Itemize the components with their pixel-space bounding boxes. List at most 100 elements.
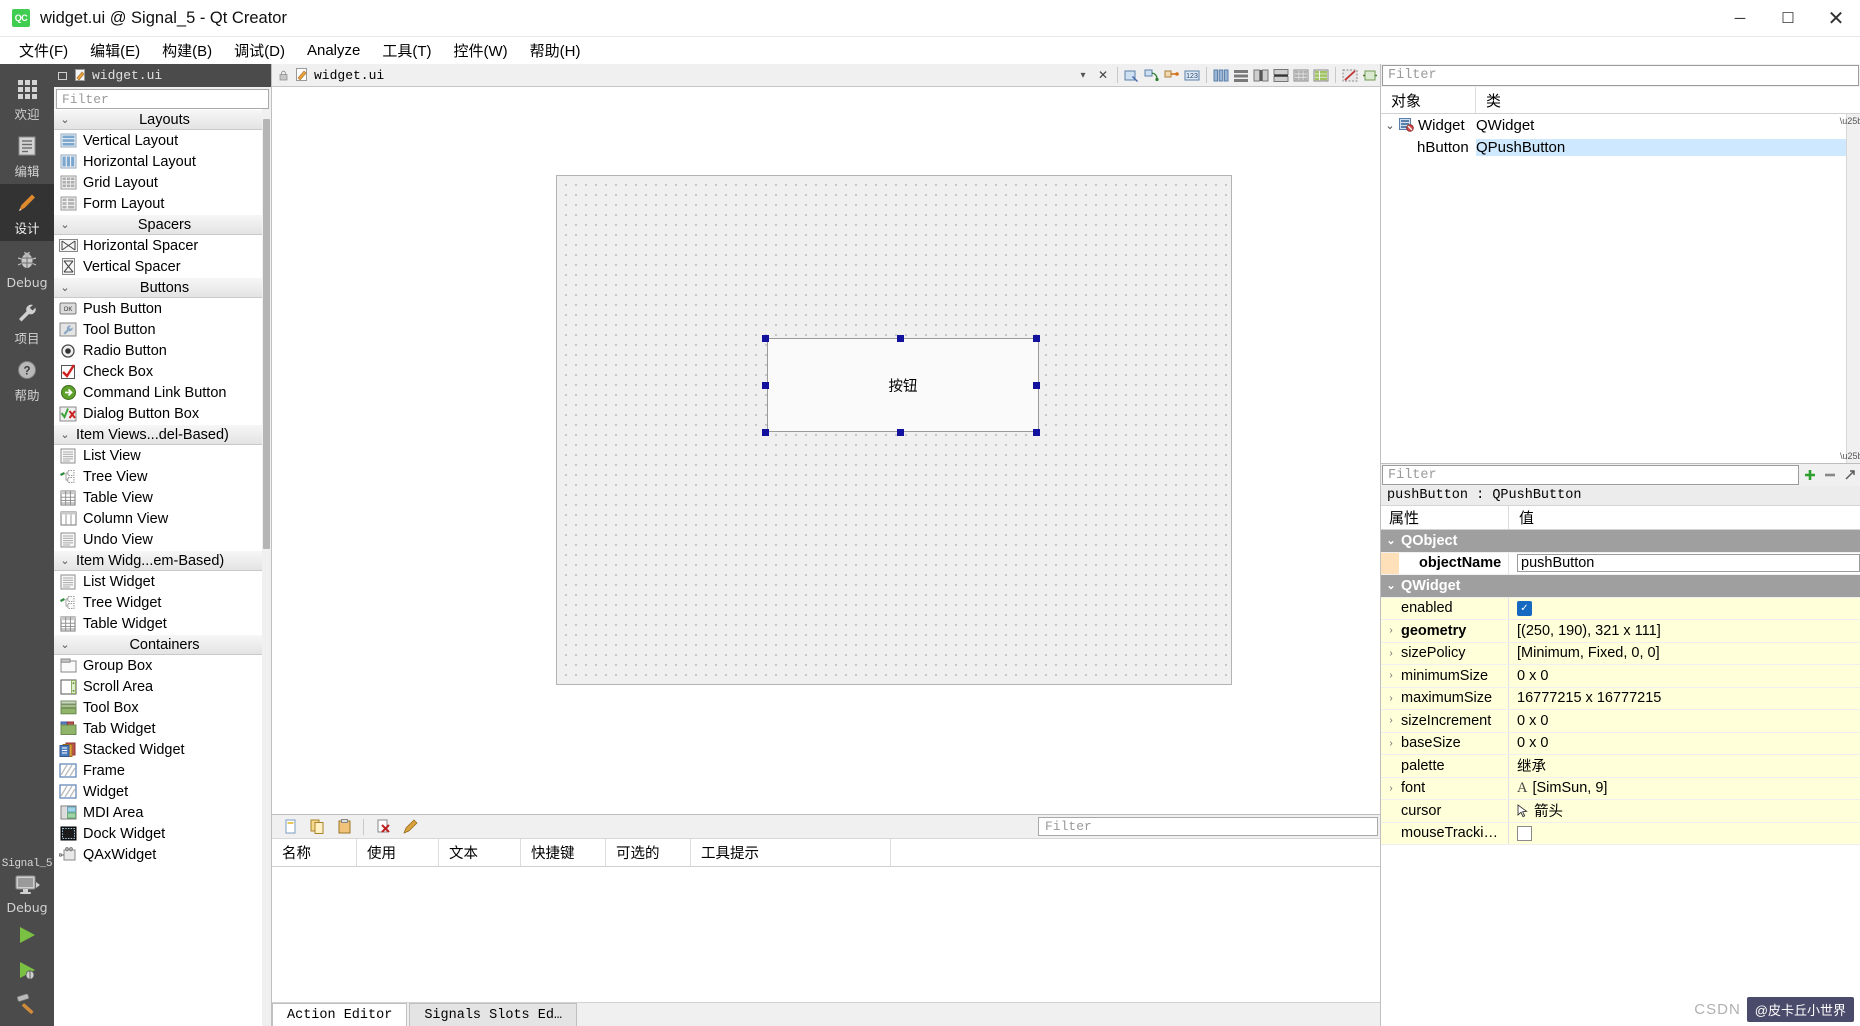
property-value-cell[interactable]: 箭头 — [1509, 800, 1860, 822]
property-row-enabled[interactable]: enabled ✓ — [1381, 597, 1860, 620]
chevron-right-icon[interactable]: › — [1381, 783, 1401, 794]
delete-action-icon[interactable] — [372, 817, 394, 837]
widget-box-item-tool-box[interactable]: Tool Box — [54, 697, 271, 718]
chevron-right-icon[interactable]: › — [1381, 715, 1401, 726]
widget-box-item-qaxwidget[interactable]: QAxWidget — [54, 844, 271, 865]
action-column-header-4[interactable]: 可选的 — [606, 839, 691, 866]
property-value-cell[interactable]: A [SimSun, 9] — [1509, 777, 1860, 799]
action-column-header-1[interactable]: 使用 — [357, 839, 439, 866]
property-value-cell[interactable]: pushButton — [1509, 553, 1860, 575]
widget-box-item-table-widget[interactable]: Table Widget — [54, 613, 271, 634]
property-row-geometry[interactable]: › geometry [(250, 190), 321 x 111] — [1381, 620, 1860, 643]
widget-box-group-3[interactable]: ⌄ Item Views...del-Based) — [54, 424, 271, 445]
layout-horizontal-icon[interactable] — [1212, 66, 1230, 84]
mode-欢迎[interactable]: 欢迎 — [0, 70, 54, 127]
object-tree-row[interactable]: hButton QPushButton — [1381, 136, 1860, 158]
widget-box-item-dock-widget[interactable]: Dock Widget — [54, 823, 271, 844]
property-value-cell[interactable]: 0 x 0 — [1509, 665, 1860, 687]
property-settings-button[interactable] — [1840, 465, 1860, 485]
chevron-down-icon[interactable]: ⌄ — [1381, 579, 1401, 592]
property-value-cell[interactable]: 继承 — [1509, 755, 1860, 777]
menu-item-2[interactable]: 构建(B) — [151, 37, 223, 64]
edit-signals-slots-icon[interactable] — [1143, 66, 1161, 84]
property-row-sizePolicy[interactable]: › sizePolicy [Minimum, Fixed, 0, 0] — [1381, 642, 1860, 665]
widget-box-scroll-thumb[interactable] — [263, 119, 270, 549]
widget-box-item-horizontal-layout[interactable]: Horizontal Layout — [54, 151, 271, 172]
mode-编辑[interactable]: 编辑 — [0, 127, 54, 184]
widget-box-item-frame[interactable]: Frame — [54, 760, 271, 781]
action-column-header-2[interactable]: 文本 — [439, 839, 521, 866]
widget-box-item-scroll-area[interactable]: Scroll Area — [54, 676, 271, 697]
property-checkbox[interactable]: ✓ — [1517, 600, 1532, 616]
widget-box-item-tree-view[interactable]: Tree View — [54, 466, 271, 487]
widget-box-item-vertical-spacer[interactable]: Vertical Spacer — [54, 256, 271, 277]
resize-handle-mr[interactable] — [1033, 382, 1040, 389]
object-tree-row[interactable]: ⌄ Widget QWidget — [1381, 114, 1860, 136]
widget-box-item-form-layout[interactable]: Form Layout — [54, 193, 271, 214]
edit-tab-order-icon[interactable]: 123 — [1183, 66, 1201, 84]
menu-item-4[interactable]: Analyze — [296, 39, 371, 62]
chevron-right-icon[interactable]: › — [1381, 693, 1401, 704]
widget-box-group-1[interactable]: ⌄ Spacers — [54, 214, 271, 235]
widget-box-item-radio-button[interactable]: Radio Button — [54, 340, 271, 361]
chevron-right-icon[interactable]: › — [1381, 625, 1401, 636]
widget-box-group-4[interactable]: ⌄ Item Widg...em-Based) — [54, 550, 271, 571]
property-value-cell[interactable]: ✓ — [1509, 597, 1860, 619]
action-column-header-5[interactable]: 工具提示 — [691, 839, 891, 866]
widget-box-item-push-button[interactable]: OK Push Button — [54, 298, 271, 319]
menu-item-5[interactable]: 工具(T) — [371, 37, 442, 64]
menu-item-3[interactable]: 调试(D) — [223, 37, 296, 64]
menu-item-1[interactable]: 编辑(E) — [79, 37, 151, 64]
chevron-right-icon[interactable]: › — [1381, 648, 1401, 659]
property-group-row[interactable]: ⌄ QObject — [1381, 530, 1860, 553]
chevron-down-icon[interactable]: ⌄ — [1381, 534, 1401, 547]
editor-breadcrumb[interactable]: widget.ui — [272, 68, 384, 83]
widget-box-item-undo-view[interactable]: Undo View — [54, 529, 271, 550]
property-value-cell[interactable]: [(250, 190), 321 x 111] — [1509, 620, 1860, 642]
object-inspector-filter-input[interactable]: Filter — [1382, 65, 1859, 86]
edit-action-icon[interactable] — [399, 817, 421, 837]
form-editor-canvas-area[interactable]: 按钮 — [272, 87, 1380, 814]
property-checkbox[interactable] — [1517, 825, 1532, 841]
chevron-down-icon[interactable]: ⌄ — [1381, 119, 1399, 132]
editor-close-button[interactable]: ✕ — [1094, 66, 1112, 84]
widget-box-item-column-view[interactable]: Column View — [54, 508, 271, 529]
property-value-cell[interactable]: 0 x 0 — [1509, 732, 1860, 754]
resize-handle-bc[interactable] — [897, 429, 904, 436]
new-action-icon[interactable] — [279, 817, 301, 837]
menu-item-0[interactable]: 文件(F) — [8, 37, 79, 64]
property-value-editor[interactable]: pushButton — [1517, 554, 1860, 573]
widget-box-item-tool-button[interactable]: Tool Button — [54, 319, 271, 340]
property-row-objectName[interactable]: objectName pushButton — [1381, 552, 1860, 575]
widget-box-item-check-box[interactable]: Check Box — [54, 361, 271, 382]
widget-box-group-5[interactable]: ⌄ Containers — [54, 634, 271, 655]
menu-item-7[interactable]: 帮助(H) — [519, 37, 592, 64]
property-editor-filter-input[interactable]: Filter — [1382, 465, 1799, 485]
adjust-size-icon[interactable] — [1361, 66, 1379, 84]
property-value-cell[interactable]: 0 x 0 — [1509, 710, 1860, 732]
remove-property-button[interactable] — [1820, 465, 1840, 485]
widget-box-item-mdi-area[interactable]: MDI Area — [54, 802, 271, 823]
resize-handle-br[interactable] — [1033, 429, 1040, 436]
action-column-header-0[interactable]: 名称 — [272, 839, 357, 866]
layout-grid-icon[interactable] — [1292, 66, 1310, 84]
bottom-tab-0[interactable]: Action Editor — [272, 1003, 408, 1026]
widget-box-item-group-box[interactable]: Group Box — [54, 655, 271, 676]
resize-handle-tr[interactable] — [1033, 335, 1040, 342]
paste-action-icon[interactable] — [333, 817, 355, 837]
scroll-down-arrow-icon[interactable]: \u25bc — [1840, 449, 1860, 463]
property-row-minimumSize[interactable]: › minimumSize 0 x 0 — [1381, 665, 1860, 688]
layout-vertical-icon[interactable] — [1232, 66, 1250, 84]
bottom-tab-1[interactable]: Signals Slots Ed… — [409, 1003, 578, 1026]
scroll-up-arrow-icon[interactable]: \u25b2 — [1840, 114, 1860, 128]
property-value-cell[interactable]: [Minimum, Fixed, 0, 0] — [1509, 642, 1860, 664]
menu-item-6[interactable]: 控件(W) — [443, 37, 519, 64]
resize-handle-tc[interactable] — [897, 335, 904, 342]
property-row-sizeIncrement[interactable]: › sizeIncrement 0 x 0 — [1381, 710, 1860, 733]
resize-handle-ml[interactable] — [762, 382, 769, 389]
object-tree-scrollbar[interactable]: \u25b2 \u25bc — [1840, 114, 1860, 463]
widget-box-filter-input[interactable]: Filter — [56, 89, 269, 109]
close-button[interactable]: ✕ — [1812, 0, 1860, 37]
property-group-row[interactable]: ⌄ QWidget — [1381, 575, 1860, 598]
maximize-button[interactable]: ☐ — [1764, 0, 1812, 37]
